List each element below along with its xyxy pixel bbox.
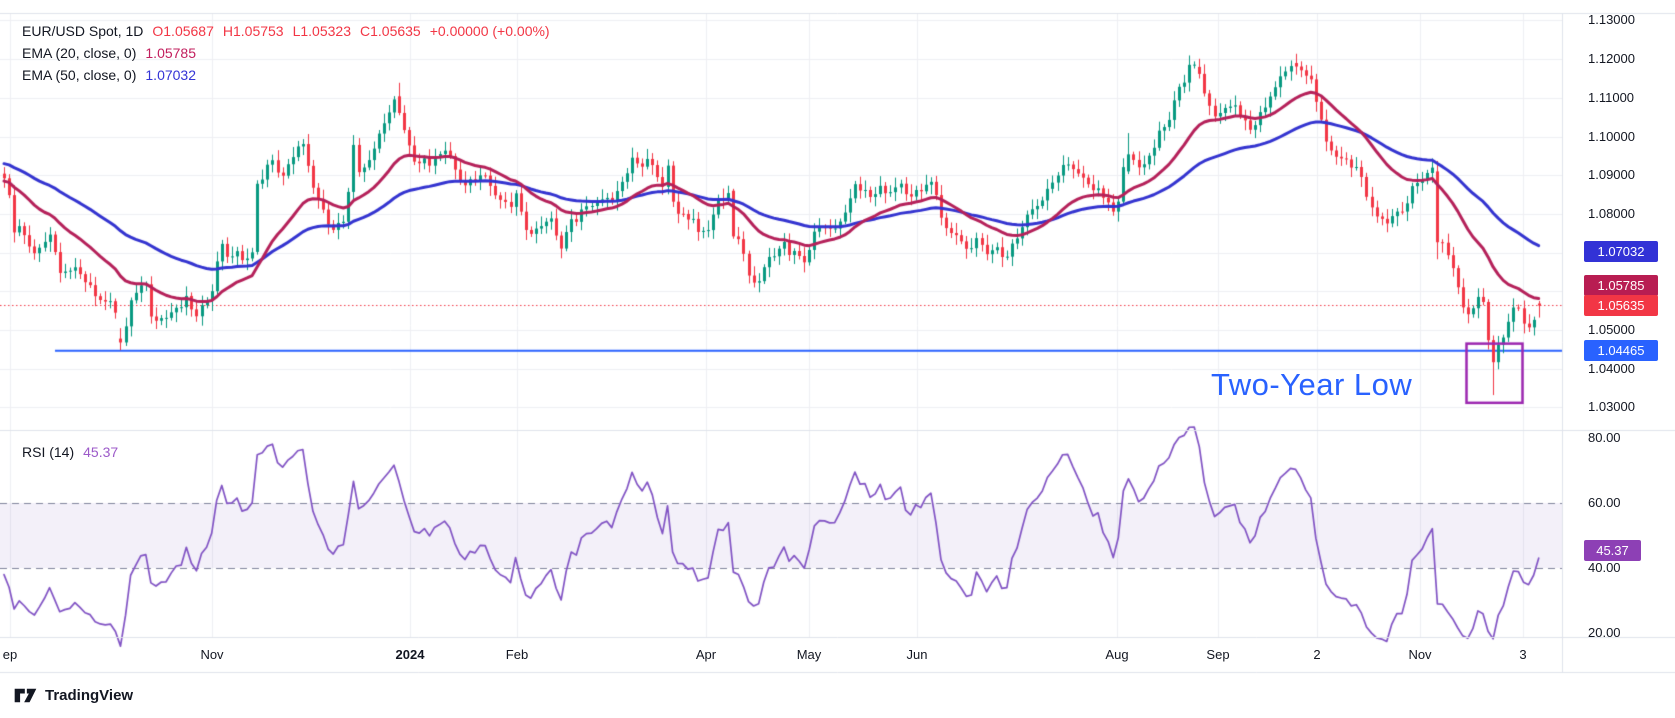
- ema50-label[interactable]: EMA (50, close, 0): [22, 67, 136, 83]
- time-axis-label: 2024: [396, 647, 425, 662]
- time-axis-label: 3: [1519, 647, 1526, 662]
- ema50-value: 1.07032: [145, 67, 196, 83]
- price-axis-label: 1.13000: [1588, 11, 1635, 29]
- symbol-title[interactable]: EUR/USD Spot, 1D: [22, 23, 143, 39]
- ohlc-close: C1.05635: [360, 23, 421, 39]
- rsi-axis-label: 20.00: [1588, 624, 1621, 642]
- price-badge: 1.05785: [1584, 275, 1658, 296]
- chart-canvas[interactable]: [0, 0, 1675, 718]
- tradingview-logo-icon: [14, 686, 37, 705]
- price-axis-label: 1.04000: [1588, 360, 1635, 378]
- ema20-label[interactable]: EMA (20, close, 0): [22, 45, 136, 61]
- price-badge: 1.04465: [1584, 340, 1658, 361]
- symbol-legend[interactable]: EUR/USD Spot, 1D O1.05687 H1.05753 L1.05323…: [22, 23, 559, 39]
- price-badge: 1.05635: [1584, 295, 1658, 316]
- price-axis-label: 1.09000: [1588, 166, 1635, 184]
- price-badge: 1.07032: [1584, 241, 1658, 262]
- tradingview-logo-text: TradingView: [45, 687, 133, 704]
- annotation-two-year-low[interactable]: Two-Year Low: [1211, 367, 1412, 403]
- time-axis-label: 2: [1313, 647, 1320, 662]
- price-axis-label: 1.08000: [1588, 205, 1635, 223]
- time-axis-label: Sep: [1206, 647, 1229, 662]
- time-axis-label: Apr: [696, 647, 716, 662]
- chart-widget: EUR/USD Spot, 1D O1.05687 H1.05753 L1.05323…: [0, 0, 1675, 718]
- price-axis-label: 1.12000: [1588, 50, 1635, 68]
- price-axis-label: 1.10000: [1588, 128, 1635, 146]
- time-axis-label: Feb: [506, 647, 528, 662]
- ema20-value: 1.05785: [145, 45, 196, 61]
- price-axis-label: 1.03000: [1588, 398, 1635, 416]
- ema20-legend[interactable]: EMA (20, close, 0) 1.05785: [22, 45, 205, 61]
- time-axis-label: May: [797, 647, 822, 662]
- tradingview-logo[interactable]: TradingView: [14, 686, 133, 705]
- rsi-axis-label: 40.00: [1588, 559, 1621, 577]
- rsi-axis-label: 60.00: [1588, 494, 1621, 512]
- ema50-legend[interactable]: EMA (50, close, 0) 1.07032: [22, 67, 205, 83]
- price-axis-label: 1.05000: [1588, 321, 1635, 339]
- ohlc-high: H1.05753: [223, 23, 284, 39]
- rsi-badge: 45.37: [1584, 540, 1641, 561]
- time-axis-label: ep: [3, 647, 17, 662]
- time-axis-label: Nov: [200, 647, 223, 662]
- price-axis-label: 1.11000: [1588, 89, 1634, 107]
- time-axis-label: Nov: [1408, 647, 1431, 662]
- rsi-legend[interactable]: RSI (14) 45.37: [22, 444, 127, 460]
- ohlc-low: L1.05323: [293, 23, 351, 39]
- rsi-axis-label: 80.00: [1588, 429, 1621, 447]
- ohlc-open: O1.05687: [152, 23, 214, 39]
- rsi-value: 45.37: [83, 444, 118, 460]
- ohlc-change: +0.00000 (+0.00%): [430, 23, 550, 39]
- time-axis-label: Jun: [907, 647, 928, 662]
- rsi-label[interactable]: RSI (14): [22, 444, 74, 460]
- time-axis-label: Aug: [1105, 647, 1128, 662]
